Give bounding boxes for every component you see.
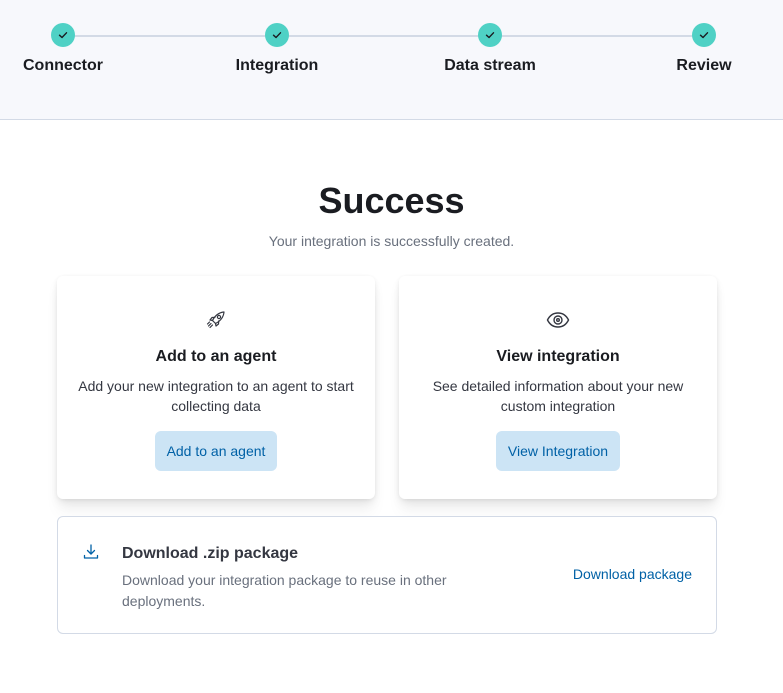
check-icon: [478, 23, 502, 47]
card-description: See detailed information about your new …: [432, 378, 684, 414]
step-review[interactable]: Review: [624, 23, 783, 75]
step-title: Data stream: [444, 57, 536, 74]
step-integration[interactable]: Integration: [197, 23, 357, 75]
download-title: Download .zip package: [122, 545, 299, 562]
view-integration-button[interactable]: View Integration: [495, 431, 621, 471]
download-description: Download your integration package to reu…: [122, 572, 447, 609]
step-title: Review: [676, 57, 732, 74]
download-package-link[interactable]: Download package: [573, 566, 692, 582]
check-icon: [692, 23, 716, 47]
rocket-icon: [204, 308, 228, 332]
view-integration-card: View integration See detailed informatio…: [399, 276, 717, 499]
download-panel: Download .zip package Download your inte…: [57, 516, 717, 634]
step-title: Integration: [235, 57, 319, 74]
step-connector-line: [63, 35, 704, 37]
card-title: Add to an agent: [155, 348, 277, 365]
card-title: View integration: [496, 348, 620, 365]
success-subtitle: Your integration is successfully created…: [268, 233, 515, 249]
step-title: Connector: [23, 57, 103, 74]
check-icon: [51, 23, 75, 47]
add-to-agent-button[interactable]: Add to an agent: [154, 431, 278, 471]
eye-icon: [546, 308, 570, 332]
check-icon: [265, 23, 289, 47]
card-description: Add your new integration to an agent to …: [78, 378, 354, 414]
success-title: Success: [318, 180, 465, 221]
download-icon: [82, 543, 100, 561]
step-connector[interactable]: Connector: [0, 23, 143, 75]
step-data-stream[interactable]: Data stream: [410, 23, 570, 75]
steps-header: Connector Integration Data stream Review: [0, 0, 783, 120]
add-to-agent-card: Add to an agent Add your new integration…: [57, 276, 375, 499]
